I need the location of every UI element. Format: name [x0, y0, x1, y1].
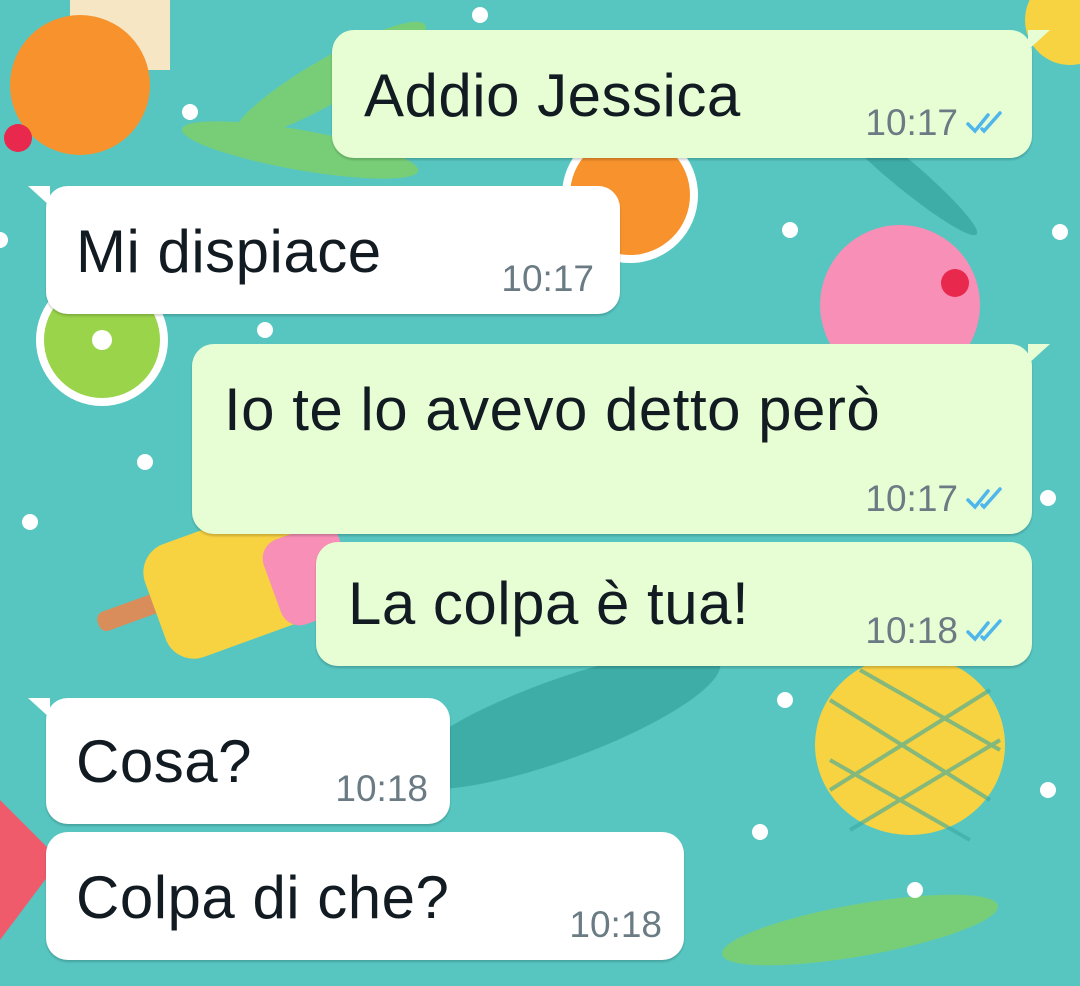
message-text: Mi dispiace	[76, 218, 382, 285]
message-bubble-incoming[interactable]: Colpa di che? 10:18	[46, 832, 684, 960]
message-time: 10:17	[865, 102, 958, 143]
message-meta: 10:17	[865, 478, 1010, 520]
message-bubble-outgoing[interactable]: Addio Jessica 10:17	[332, 30, 1050, 158]
double-check-icon	[966, 487, 1002, 510]
message-text: Cosa?	[76, 728, 252, 795]
bubble-tail	[28, 698, 50, 718]
message-text: Colpa di che?	[76, 864, 450, 931]
message-text: Addio Jessica	[364, 62, 741, 129]
message-bubble-outgoing[interactable]: La colpa è tua! 10:18	[316, 542, 1032, 666]
bubble-tail	[28, 186, 50, 206]
message-time: 10:18	[569, 904, 662, 945]
message-time: 10:18	[865, 610, 958, 651]
message-text: Io te lo avevo detto però	[224, 376, 881, 443]
message-meta: 10:17	[865, 102, 1010, 144]
bubble-tail	[1028, 344, 1050, 364]
message-meta: 10:18	[335, 768, 428, 810]
message-time: 10:17	[501, 258, 594, 299]
message-text: La colpa è tua!	[348, 570, 750, 637]
double-check-icon	[966, 111, 1002, 134]
message-time: 10:17	[865, 478, 958, 519]
message-meta: 10:17	[501, 258, 594, 300]
message-bubble-outgoing[interactable]: Io te lo avevo detto però 10:17	[192, 344, 1050, 534]
bubble-tail	[1028, 30, 1050, 50]
message-bubble-incoming[interactable]: Cosa? 10:18	[28, 698, 450, 824]
message-time: 10:18	[335, 768, 428, 809]
message-meta: 10:18	[865, 610, 1010, 652]
message-meta: 10:18	[569, 904, 662, 946]
double-check-icon	[966, 619, 1002, 642]
message-bubble-incoming[interactable]: Mi dispiace 10:17	[28, 186, 620, 314]
